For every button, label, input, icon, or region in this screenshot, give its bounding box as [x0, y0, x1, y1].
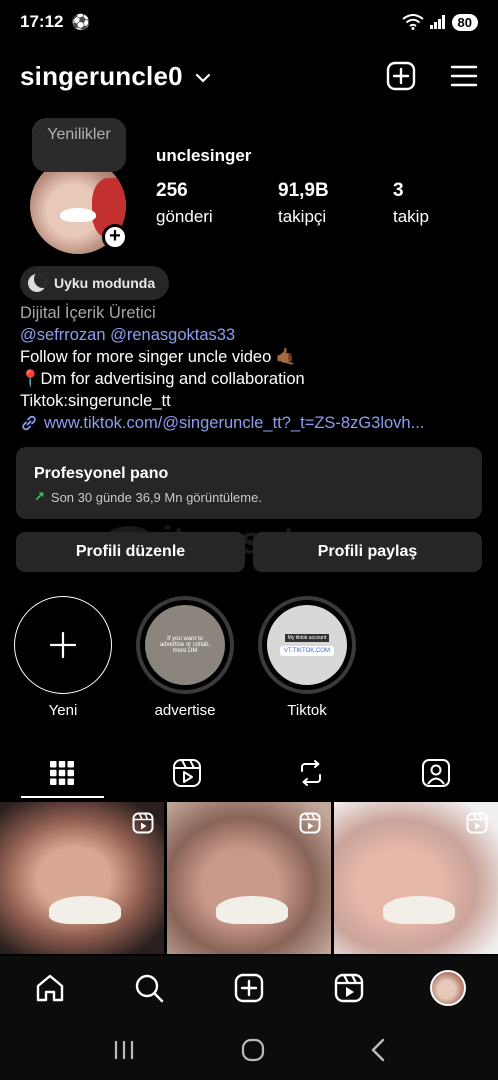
story-highlights: Yeni If you want to advertise or collab,… [14, 596, 356, 719]
trend-up-icon: ↗ [34, 489, 45, 504]
highlight-label: advertise [154, 702, 216, 719]
stat-posts[interactable]: 256 gönderi [156, 180, 278, 227]
account-username[interactable]: singeruncle0 [20, 61, 183, 92]
dashboard-subtitle-text: Son 30 günde 36,9 Mn görüntüleme. [50, 489, 262, 505]
highlight-advertise[interactable]: If you want to advertise or collab, more… [136, 596, 234, 719]
create-icon [234, 973, 264, 1003]
reel-badge-icon [466, 812, 488, 834]
bio-line: Follow for more singer uncle video 🤙🏾 [20, 348, 297, 366]
status-bar: 17:12 ⚽ 80 [0, 0, 498, 44]
wifi-icon [401, 14, 424, 30]
thumbnail-detail [49, 896, 122, 924]
post-thumbnail[interactable] [0, 802, 164, 954]
create-post-icon[interactable] [386, 61, 416, 91]
profile-stats: 256 gönderi 91,9B takipçi 3 takip [156, 180, 429, 227]
plus-icon [49, 631, 77, 659]
thumbnail-detail [383, 896, 456, 924]
stat-value: 256 [156, 180, 188, 201]
highlight-cover-caption: My tiktok account [284, 634, 330, 642]
profile-header: singeruncle0 [20, 54, 478, 98]
tagged-icon [421, 759, 450, 787]
status-pill[interactable]: Uyku modunda [20, 266, 170, 300]
profile-bio: Dijital İçerik Üretici @sefrrozan @renas… [20, 302, 482, 434]
status-icons: 80 [401, 13, 478, 31]
stat-value: 91,9B [278, 180, 329, 201]
profile-avatar[interactable]: + [30, 158, 128, 254]
football-icon: ⚽ [71, 14, 91, 31]
nav-search[interactable] [100, 973, 200, 1003]
link-icon [22, 415, 36, 431]
tab-tagged[interactable] [374, 746, 498, 800]
chevron-down-icon[interactable] [195, 73, 211, 83]
stat-value: 3 [393, 180, 404, 201]
thumbnail-detail [216, 896, 289, 924]
home-icon [36, 974, 63, 1002]
bio-link-text: www.tiktok.com/@singeruncle_tt?_t=ZS-8zG… [44, 414, 425, 432]
dashboard-title: Profesyonel pano [34, 465, 169, 482]
highlight-new[interactable]: Yeni [14, 596, 112, 719]
avatar-mustache [60, 208, 96, 222]
signal-icon [429, 15, 445, 29]
recent-apps-icon[interactable] [112, 1039, 136, 1061]
nav-profile[interactable] [398, 970, 498, 1006]
highlight-ring: If you want to advertise or collab, more… [136, 596, 234, 694]
bio-mentions[interactable]: @sefrrozan @renasgoktas33 [20, 324, 482, 346]
reel-badge-icon [299, 812, 321, 834]
bio-category: Dijital İçerik Üretici [20, 304, 156, 322]
highlight-label: Tiktok [287, 702, 327, 719]
profile-actions: Profili düzenle Profili paylaş [16, 532, 482, 572]
add-story-icon[interactable]: + [102, 224, 128, 250]
grid-icon [50, 761, 75, 785]
reel-badge-icon [132, 812, 154, 834]
display-name: unclesinger [156, 146, 252, 165]
reels-icon [334, 973, 363, 1003]
status-pill-label: Uyku modunda [54, 275, 156, 291]
nav-reels[interactable] [299, 973, 399, 1003]
bio-line: Tiktok:singeruncle_tt [20, 392, 171, 410]
moon-icon [28, 274, 46, 292]
search-icon [136, 974, 164, 1003]
stat-following[interactable]: 3 takip [393, 180, 429, 227]
edit-profile-button[interactable]: Profili düzenle [16, 532, 245, 572]
avatar [430, 970, 467, 1006]
tab-posts[interactable] [0, 746, 125, 800]
professional-dashboard[interactable]: Profesyonel pano ↗ Son 30 günde 36,9 Mn … [16, 447, 482, 519]
stat-followers[interactable]: 91,9B takipçi [278, 180, 393, 227]
content-tabs [0, 746, 498, 800]
status-time: 17:12 [20, 12, 64, 31]
highlight-cover: My tiktok account VT.TIKTOK.COM [267, 605, 347, 685]
back-icon[interactable] [370, 1038, 386, 1062]
bio-line: 📍Dm for advertising and collaboration [20, 370, 305, 388]
share-profile-button[interactable]: Profili paylaş [253, 532, 482, 572]
highlight-ring: My tiktok account VT.TIKTOK.COM [258, 596, 356, 694]
highlight-cover: If you want to advertise or collab, more… [145, 605, 225, 685]
reposts-icon [301, 760, 322, 786]
highlight-tiktok[interactable]: My tiktok account VT.TIKTOK.COM Tiktok [258, 596, 356, 719]
tab-reposts[interactable] [249, 746, 374, 800]
menu-icon[interactable] [450, 64, 478, 88]
highlight-label: Yeni [48, 702, 78, 719]
nav-home[interactable] [0, 973, 100, 1003]
stat-label: gönderi [156, 207, 213, 226]
reels-icon [172, 759, 201, 787]
note-bubble[interactable]: Yenilikler [32, 118, 126, 172]
system-navigation [0, 1020, 498, 1080]
home-button-icon[interactable] [241, 1038, 265, 1062]
nav-create[interactable] [199, 973, 299, 1003]
battery-indicator: 80 [451, 13, 478, 31]
posts-grid [0, 802, 498, 954]
post-thumbnail[interactable] [167, 802, 331, 954]
tab-reels[interactable] [125, 746, 250, 800]
bio-link[interactable]: www.tiktok.com/@singeruncle_tt?_t=ZS-8zG… [20, 412, 482, 434]
post-thumbnail[interactable] [334, 802, 498, 954]
highlight-cover-link: VT.TIKTOK.COM [280, 646, 334, 656]
highlight-ring [14, 596, 112, 694]
stat-label: takip [393, 207, 429, 226]
dashboard-subtitle: ↗ Son 30 günde 36,9 Mn görüntüleme. [34, 489, 464, 505]
stat-label: takipçi [278, 207, 327, 226]
bottom-navigation [0, 956, 498, 1020]
